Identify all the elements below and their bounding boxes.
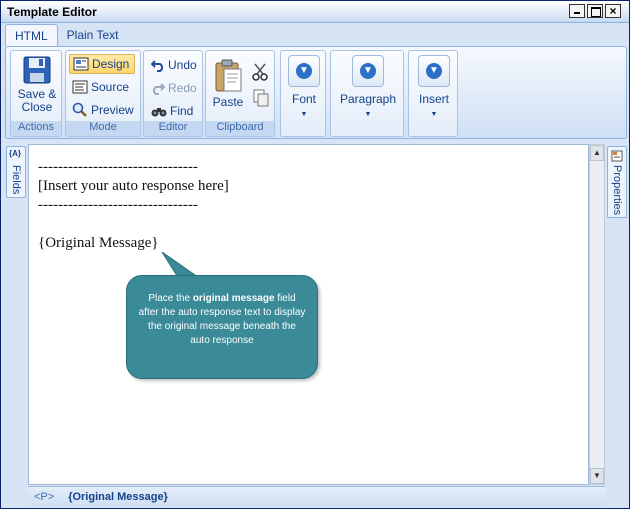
binoculars-icon: [151, 108, 167, 117]
scissors-icon: [252, 63, 268, 81]
clipboard-paste-icon: [215, 59, 242, 92]
group-label-mode: Mode: [66, 121, 140, 136]
status-bar: <P> {Original Message}: [28, 486, 605, 506]
magnifier-icon: [72, 102, 87, 117]
design-label: Design: [92, 57, 130, 71]
expand-arrow-icon: ▼: [360, 63, 376, 79]
save-close-button[interactable]: Save & Close: [15, 55, 59, 114]
callout-text-pre: Place the: [148, 293, 193, 304]
editor-tabs: HTML Plain Text: [5, 24, 127, 46]
minimize-button[interactable]: [569, 4, 585, 18]
scroll-down-button[interactable]: ▼: [590, 468, 604, 484]
redo-label: Redo: [168, 81, 197, 95]
find-label: Find: [170, 104, 194, 118]
right-panel-strip: Properties: [606, 144, 628, 504]
paste-label: Paste: [212, 95, 244, 109]
paste-button[interactable]: Paste: [209, 59, 247, 109]
properties-icon: [611, 150, 623, 162]
preview-label: Preview: [91, 103, 134, 117]
group-mode: Design Source Preview Mode: [65, 50, 141, 137]
element-path-field[interactable]: {Original Message}: [68, 491, 168, 503]
group-clipboard: Paste Clipboard: [205, 50, 275, 137]
close-button[interactable]: ×: [605, 4, 621, 18]
auto-response-placeholder: [Insert your auto response here]: [38, 178, 229, 194]
source-label: Source: [91, 80, 130, 94]
source-button[interactable]: Source: [69, 77, 132, 97]
group-actions: Save & Close Actions: [10, 50, 62, 137]
fields-icon: {A}: [9, 149, 22, 158]
group-font: ▼ Font ▼: [280, 50, 326, 137]
element-path-tag[interactable]: <P>: [34, 491, 54, 503]
insert-dropdown-button[interactable]: ▼ Insert ▼: [413, 55, 455, 121]
help-callout: Place the original message field after t…: [126, 275, 318, 379]
group-label-clipboard: Clipboard: [206, 121, 274, 136]
properties-tab-label: Properties: [611, 165, 623, 216]
chevron-down-icon: ▼: [430, 111, 438, 118]
redo-icon: [152, 83, 165, 95]
save-close-label: Save & Close: [17, 87, 57, 114]
find-button[interactable]: Find: [148, 101, 196, 121]
left-panel-strip: {A} Fields: [5, 144, 27, 504]
chevron-down-icon: ▼: [300, 111, 308, 118]
group-editor: Undo Redo Find Editor: [143, 50, 203, 137]
preview-button[interactable]: Preview: [69, 100, 137, 120]
template-editor-window: Template Editor × HTML Plain Text Save &…: [0, 0, 630, 509]
chevron-down-icon: ▼: [364, 111, 372, 118]
source-icon: [72, 80, 88, 94]
properties-panel-tab[interactable]: Properties: [607, 146, 627, 218]
window-controls: ×: [569, 4, 621, 18]
undo-label: Undo: [168, 58, 197, 72]
tab-html[interactable]: HTML: [5, 24, 58, 46]
fields-panel-tab[interactable]: {A} Fields: [6, 146, 26, 198]
expand-arrow-icon: ▼: [296, 63, 312, 79]
group-insert: ▼ Insert ▼: [408, 50, 458, 137]
design-icon: [73, 57, 89, 71]
maximize-button[interactable]: [587, 4, 603, 18]
redo-button[interactable]: Redo: [148, 78, 200, 98]
cut-button[interactable]: [252, 63, 268, 84]
tab-plain-text[interactable]: Plain Text: [58, 24, 128, 46]
separator-line-bottom: --------------------------------: [38, 197, 198, 213]
insert-label: Insert: [418, 92, 449, 106]
scroll-up-button[interactable]: ▲: [590, 145, 604, 161]
group-paragraph: ▼ Paragraph ▼: [330, 50, 404, 137]
group-label-actions: Actions: [11, 121, 61, 136]
undo-button[interactable]: Undo: [148, 55, 200, 75]
paragraph-label: Paragraph: [339, 92, 397, 106]
expand-arrow-icon: ▼: [426, 63, 442, 79]
font-label: Font: [291, 92, 316, 106]
paragraph-dropdown-button[interactable]: ▼ Paragraph ▼: [335, 55, 401, 121]
floppy-disk-icon: [23, 56, 51, 84]
vertical-scrollbar[interactable]: ▲ ▼: [589, 144, 605, 485]
group-label-editor: Editor: [144, 121, 202, 136]
callout-text-bold: original message: [192, 293, 275, 304]
ribbon: Save & Close Actions Design Source Previ…: [5, 46, 627, 139]
design-button[interactable]: Design: [69, 54, 135, 74]
window-title: Template Editor: [7, 5, 97, 19]
copy-button[interactable]: [253, 89, 269, 110]
title-bar: Template Editor ×: [1, 1, 629, 23]
font-dropdown-button[interactable]: ▼ Font ▼: [285, 55, 323, 121]
undo-icon: [151, 60, 164, 72]
copy-icon: [253, 89, 269, 107]
original-message-field[interactable]: {Original Message}: [38, 235, 159, 252]
separator-line-top: --------------------------------: [38, 159, 198, 175]
fields-tab-label: Fields: [10, 165, 22, 195]
